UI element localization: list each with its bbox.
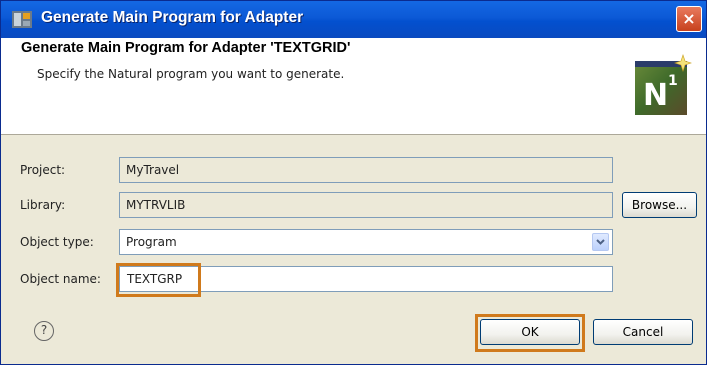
chevron-down-icon <box>596 239 605 245</box>
dialog-window: Generate Main Program for Adapter × Gene… <box>0 0 707 365</box>
natural-logo-icon: N 1 <box>635 53 693 115</box>
header-title: Generate Main Program for Adapter 'TEXTG… <box>21 40 351 56</box>
object-type-label: Object type: <box>20 235 94 249</box>
cancel-button[interactable]: Cancel <box>593 319 693 345</box>
object-name-highlight <box>116 263 201 297</box>
project-label: Project: <box>20 163 66 177</box>
close-button[interactable]: × <box>676 6 702 32</box>
dialog-header: Generate Main Program for Adapter 'TEXTG… <box>1 38 706 135</box>
browse-button[interactable]: Browse... <box>622 192 697 218</box>
library-label: Library: <box>20 198 66 212</box>
dropdown-button[interactable] <box>592 233 609 251</box>
logo-superscript: 1 <box>668 73 678 89</box>
title-bar[interactable]: Generate Main Program for Adapter × <box>1 1 706 38</box>
object-type-value: Program <box>126 235 177 249</box>
app-icon <box>12 11 32 28</box>
object-name-label: Object name: <box>20 272 101 286</box>
library-field[interactable]: MYTRVLIB <box>119 192 613 218</box>
project-field[interactable]: MyTravel <box>119 157 613 183</box>
window-title: Generate Main Program for Adapter <box>41 9 304 26</box>
help-icon[interactable]: ? <box>34 321 54 341</box>
header-description: Specify the Natural program you want to … <box>37 67 345 81</box>
ok-button-highlight <box>475 314 585 352</box>
object-type-select[interactable]: Program <box>119 229 613 255</box>
close-icon: × <box>682 9 696 28</box>
logo-letter: N <box>643 78 668 113</box>
